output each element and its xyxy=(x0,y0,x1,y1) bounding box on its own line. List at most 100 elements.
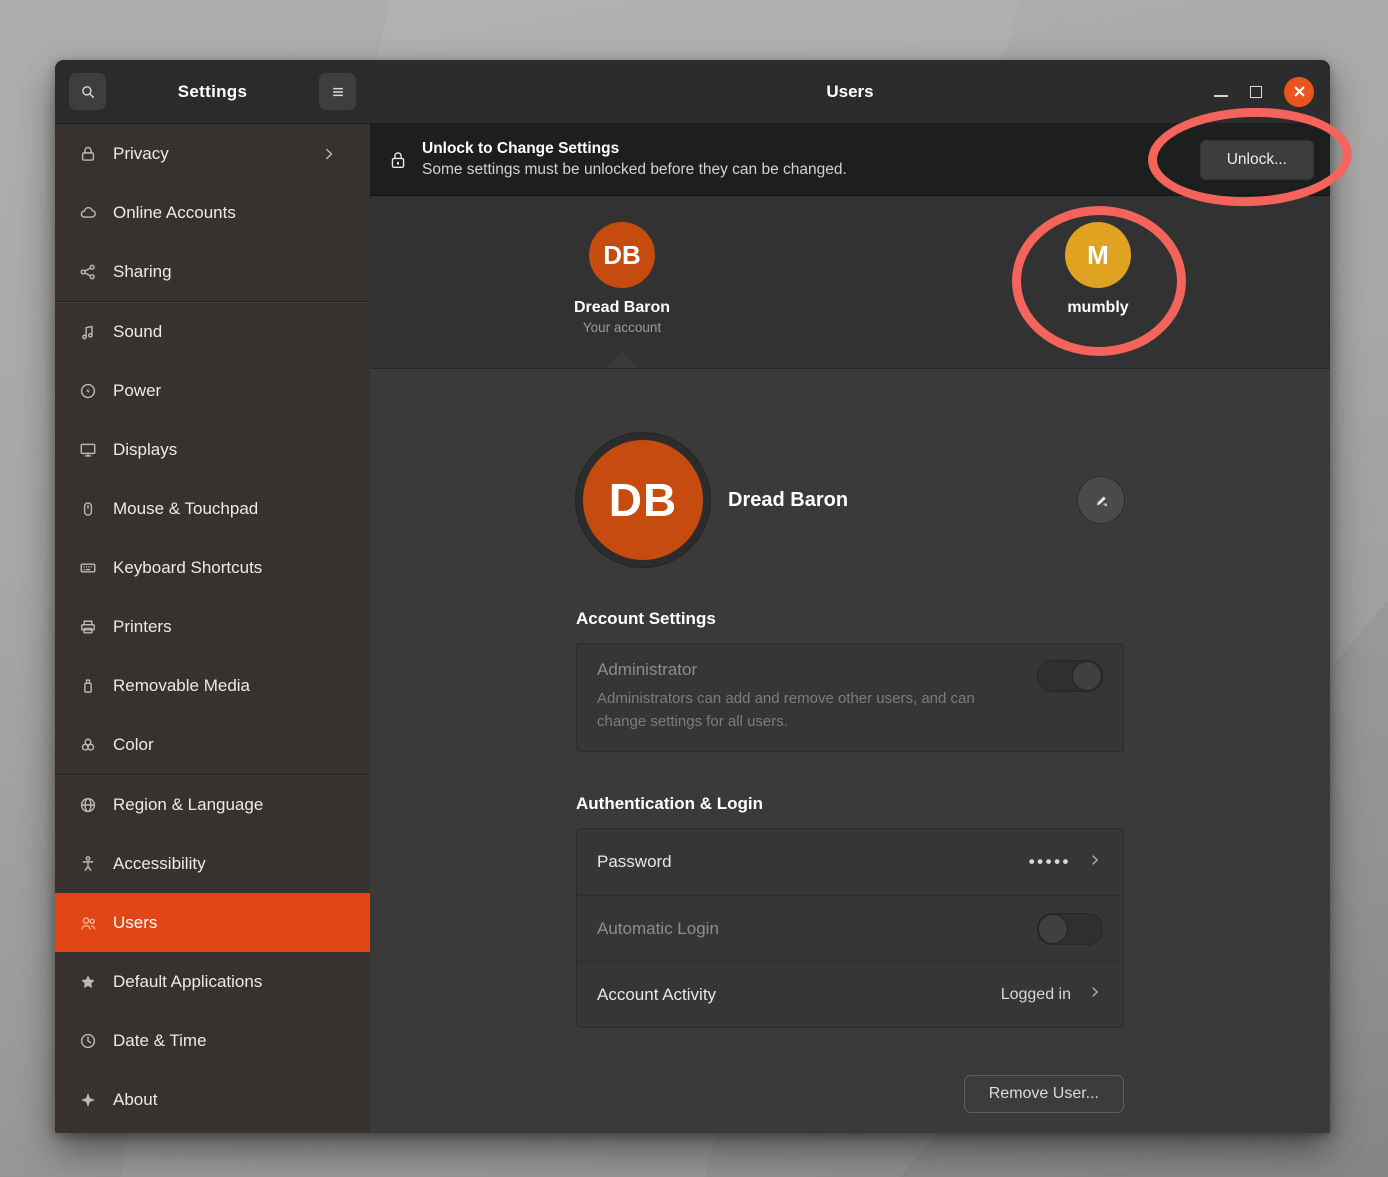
sidebar-item-sharing[interactable]: Sharing xyxy=(55,242,370,301)
search-button[interactable] xyxy=(69,73,106,110)
sidebar-item-label: Mouse & Touchpad xyxy=(113,499,354,519)
sidebar-item-label: Online Accounts xyxy=(113,203,354,223)
star-icon xyxy=(79,973,97,991)
settings-window: Settings Privacy Online Accounts Sharing xyxy=(55,60,1330,1133)
power-icon xyxy=(79,382,97,400)
sidebar-item-label: Displays xyxy=(113,440,354,460)
printer-icon xyxy=(79,618,97,636)
sidebar-item-label: Sharing xyxy=(113,262,354,282)
sidebar-item-keyboard-shortcuts[interactable]: Keyboard Shortcuts xyxy=(55,538,370,597)
sidebar-item-label: Color xyxy=(113,735,354,755)
maximize-icon[interactable] xyxy=(1250,86,1262,98)
sidebar-item-date-time[interactable]: Date & Time xyxy=(55,1011,370,1070)
user-carousel: DB Dread Baron Your account M mumbly xyxy=(370,196,1330,369)
close-icon xyxy=(1293,85,1306,98)
user-detail-panel: DB Dread Baron Account Settings Administ… xyxy=(370,369,1330,1133)
main-headerbar: Users xyxy=(370,60,1330,124)
chevron-right-icon xyxy=(1087,984,1103,1005)
close-button[interactable] xyxy=(1284,77,1314,107)
sparkle-icon xyxy=(79,1091,97,1109)
sidebar-item-label: Region & Language xyxy=(113,795,354,815)
sidebar-item-privacy[interactable]: Privacy xyxy=(55,124,370,183)
profile-avatar[interactable]: DB xyxy=(576,433,710,567)
account-settings-heading: Account Settings xyxy=(576,609,1124,629)
authentication-card: Password ••••• Automatic Login Account xyxy=(576,828,1124,1028)
administrator-label: Administrator xyxy=(597,660,1037,680)
account-name: mumbly xyxy=(1067,299,1128,317)
sidebar-item-label: Sound xyxy=(113,322,354,342)
sidebar-headerbar: Settings xyxy=(55,60,370,124)
selected-account-pointer xyxy=(605,352,639,368)
profile-row: DB Dread Baron xyxy=(576,433,1124,567)
sidebar-item-default-applications[interactable]: Default Applications xyxy=(55,952,370,1011)
keyboard-icon xyxy=(79,559,97,577)
users-icon xyxy=(79,914,97,932)
sidebar-item-users[interactable]: Users xyxy=(55,893,370,952)
sidebar-item-about[interactable]: About xyxy=(55,1070,370,1129)
account-activity-value: Logged in xyxy=(1001,986,1071,1004)
password-value: ••••• xyxy=(1029,852,1071,872)
account-settings-card: Administrator Administrators can add and… xyxy=(576,643,1124,752)
sidebar-title: Settings xyxy=(106,82,319,102)
sidebar-item-printers[interactable]: Printers xyxy=(55,597,370,656)
sidebar-item-mouse-touchpad[interactable]: Mouse & Touchpad xyxy=(55,479,370,538)
avatar-initials: DB xyxy=(603,240,641,271)
toggle-knob xyxy=(1072,661,1102,691)
remove-user-button[interactable]: Remove User... xyxy=(964,1075,1124,1113)
cloud-icon xyxy=(79,204,97,222)
administrator-row: Administrator Administrators can add and… xyxy=(577,644,1123,751)
lock-icon xyxy=(79,145,97,163)
sidebar-item-label: Power xyxy=(113,381,354,401)
sidebar-item-label: Default Applications xyxy=(113,972,354,992)
clock-icon xyxy=(79,1032,97,1050)
sidebar-item-displays[interactable]: Displays xyxy=(55,420,370,479)
sidebar: Settings Privacy Online Accounts Sharing xyxy=(55,60,370,1133)
window-controls xyxy=(1214,77,1314,107)
hamburger-menu-icon xyxy=(329,83,347,101)
accessibility-icon xyxy=(79,855,97,873)
sidebar-item-removable-media[interactable]: Removable Media xyxy=(55,656,370,715)
unlock-banner-text: Unlock to Change Settings Some settings … xyxy=(422,140,1200,179)
sidebar-item-region-language[interactable]: Region & Language xyxy=(55,775,370,834)
sidebar-item-power[interactable]: Power xyxy=(55,361,370,420)
sidebar-list: Privacy Online Accounts Sharing Sound Po… xyxy=(55,124,370,1133)
sidebar-item-label: Users xyxy=(113,913,354,933)
authentication-login-heading: Authentication & Login xyxy=(576,794,1124,814)
password-row[interactable]: Password ••••• xyxy=(577,829,1123,895)
sidebar-item-accessibility[interactable]: Accessibility xyxy=(55,834,370,893)
account-activity-row[interactable]: Account Activity Logged in xyxy=(577,961,1123,1027)
rename-button[interactable] xyxy=(1078,477,1124,523)
profile-avatar-initials: DB xyxy=(609,473,677,527)
avatar: M xyxy=(1065,222,1131,288)
chevron-right-icon xyxy=(1087,852,1103,873)
administrator-text: Administrator Administrators can add and… xyxy=(597,660,1037,733)
pencil-icon xyxy=(1093,492,1110,509)
sidebar-item-label: About xyxy=(113,1090,354,1110)
padlock-icon xyxy=(388,150,408,170)
account-dread-baron[interactable]: DB Dread Baron Your account xyxy=(532,222,712,335)
account-name: Dread Baron xyxy=(574,299,670,317)
sidebar-item-label: Accessibility xyxy=(113,854,354,874)
sidebar-item-online-accounts[interactable]: Online Accounts xyxy=(55,183,370,242)
account-activity-label: Account Activity xyxy=(597,985,1001,1005)
account-mumbly[interactable]: M mumbly xyxy=(1008,222,1188,317)
unlock-button[interactable]: Unlock... xyxy=(1200,140,1314,180)
globe-icon xyxy=(79,796,97,814)
sidebar-item-color[interactable]: Color xyxy=(55,715,370,774)
toggle-knob xyxy=(1038,914,1068,944)
sidebar-item-label: Date & Time xyxy=(113,1031,354,1051)
minimize-icon[interactable] xyxy=(1214,95,1228,97)
profile-name: Dread Baron xyxy=(728,489,848,512)
administrator-toggle xyxy=(1037,660,1103,692)
avatar: DB xyxy=(589,222,655,288)
unlock-banner-title: Unlock to Change Settings xyxy=(422,140,1200,158)
password-label: Password xyxy=(597,852,1029,872)
sidebar-item-label: Keyboard Shortcuts xyxy=(113,558,354,578)
avatar-initials: M xyxy=(1087,240,1109,271)
usb-drive-icon xyxy=(79,677,97,695)
primary-menu-button[interactable] xyxy=(319,73,356,110)
sidebar-item-sound[interactable]: Sound xyxy=(55,302,370,361)
administrator-description: Administrators can add and remove other … xyxy=(597,688,1017,733)
display-icon xyxy=(79,441,97,459)
music-note-icon xyxy=(79,323,97,341)
